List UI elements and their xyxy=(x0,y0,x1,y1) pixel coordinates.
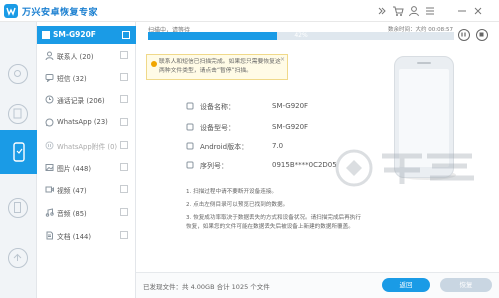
category-checkbox[interactable] xyxy=(120,73,128,81)
category-item[interactable]: 图片 (448) xyxy=(37,158,136,178)
category-checkbox[interactable] xyxy=(120,141,128,149)
backup-icon[interactable] xyxy=(8,248,28,268)
phone-recovery-icon[interactable] xyxy=(0,130,37,174)
device-info-value: 7.0 xyxy=(272,142,284,150)
scan-progress-text: 42% xyxy=(294,32,308,39)
phone-speaker xyxy=(417,62,431,64)
recover-button[interactable]: 恢复 xyxy=(440,278,492,292)
category-item[interactable]: WhatsApp (23) xyxy=(37,113,136,133)
device-info-value: SM-G920F xyxy=(272,102,309,110)
category-label: 联系人 (20) xyxy=(57,53,94,61)
watermark-logo xyxy=(335,149,474,187)
recover-device-icon[interactable] xyxy=(8,64,28,84)
category-label: 图片 (448) xyxy=(57,165,92,173)
category-checkbox[interactable] xyxy=(120,185,128,193)
device-info-key: 序列号： xyxy=(200,162,228,170)
category-panel: SM-G920F 联系人 (20) 短信 (32) 通话记录 (206) WhatsA… xyxy=(37,22,136,298)
close-icon[interactable] xyxy=(472,5,484,17)
device-info-key: 设备名称： xyxy=(200,103,235,111)
scan-progress-bar: 42% xyxy=(148,32,454,40)
device-model-icon xyxy=(186,123,194,131)
category-checkbox[interactable] xyxy=(120,95,128,103)
category-checkbox[interactable] xyxy=(120,51,128,59)
video-icon xyxy=(45,186,54,193)
android-version-icon xyxy=(186,142,194,150)
tips-list: 1. 扫描过程中请不要断开设备连接。 2. 点击左侧目录可以预览已找到的数据。 3.… xyxy=(186,188,366,236)
menu-icon[interactable] xyxy=(424,5,436,17)
footer-bar: 已发现文件：共 4.00GB 合计 1025 个文件 返回 恢复 xyxy=(136,272,499,298)
tooltip-close-icon[interactable]: × xyxy=(280,56,285,63)
cart-icon[interactable] xyxy=(392,5,404,17)
category-item[interactable]: 通话记录 (206) xyxy=(37,90,136,110)
main-panel: 扫描中，请等待 数余时间：大约 00:08:57 42% 联系人和短信已扫描完成… xyxy=(136,22,499,298)
device-info-row: 设备型号： SM-G920F xyxy=(186,121,386,135)
whatsapp-icon xyxy=(45,118,54,127)
category-label: 音频 (85) xyxy=(57,210,87,218)
device-name: SM-G920F xyxy=(53,30,96,39)
pause-button[interactable] xyxy=(458,29,470,41)
category-checkbox[interactable] xyxy=(120,118,128,126)
device-header-checkbox[interactable] xyxy=(122,31,130,39)
category-label: WhatsApp附件 (0) xyxy=(57,143,118,151)
tooltip-text: 联系人和短信已扫描完成。如果您只需要恢复这两种文件类型，请点击“暂停”扫描。 xyxy=(159,59,281,74)
chevron-icon[interactable] xyxy=(376,5,388,17)
message-icon xyxy=(45,74,54,82)
call-log-icon xyxy=(45,95,54,104)
category-item[interactable]: WhatsApp附件 (0) xyxy=(37,136,136,156)
tip-item: 3. 恢复成功率取决于数据丢失的方式和设备状况。请扫描完成后再执行恢复，如果您的… xyxy=(186,215,361,230)
device-info-value: SM-G920F xyxy=(272,123,309,131)
photo-icon xyxy=(45,164,54,171)
device-header[interactable]: SM-G920F xyxy=(37,26,136,44)
recover-sd-card-icon[interactable] xyxy=(8,104,28,124)
broken-phone-icon[interactable] xyxy=(8,198,28,218)
document-icon xyxy=(46,231,53,240)
category-checkbox[interactable] xyxy=(120,231,128,239)
category-item[interactable]: 文档 (144) xyxy=(37,226,136,246)
category-checkbox[interactable] xyxy=(120,163,128,171)
found-files-status: 已发现文件：共 4.00GB 合计 1025 个文件 xyxy=(143,283,270,291)
mode-rail xyxy=(0,22,37,298)
category-label: WhatsApp (23) xyxy=(57,118,108,126)
device-info-row: 设备名称： SM-G920F xyxy=(186,100,386,114)
category-label: 视频 (47) xyxy=(57,187,87,195)
scan-tooltip: 联系人和短信已扫描完成。如果您只需要恢复这两种文件类型，请点击“暂停”扫描。 × xyxy=(146,54,288,80)
category-label: 文档 (144) xyxy=(57,233,92,241)
minimize-icon[interactable] xyxy=(456,5,468,17)
title-bar: 万兴安卓恢复专家 xyxy=(0,0,499,22)
device-info-key: 设备型号： xyxy=(200,124,235,132)
user-icon[interactable] xyxy=(408,5,420,17)
tip-item: 2. 点击左侧目录可以预览已找到的数据。 xyxy=(186,202,289,208)
contacts-icon xyxy=(45,51,54,60)
device-name-icon xyxy=(186,102,194,110)
device-info-value: 0915B****0C2D05 xyxy=(272,161,337,169)
category-item[interactable]: 短信 (32) xyxy=(37,68,136,88)
audio-icon xyxy=(45,208,54,217)
app-title: 万兴安卓恢复专家 xyxy=(22,8,99,18)
category-item[interactable]: 音频 (85) xyxy=(37,203,136,223)
category-item[interactable]: 视频 (47) xyxy=(37,180,136,200)
serial-number-icon xyxy=(186,161,194,169)
app-logo-icon xyxy=(4,4,18,18)
back-button[interactable]: 返回 xyxy=(382,278,430,292)
info-icon xyxy=(151,61,157,67)
category-label: 通话记录 (206) xyxy=(57,97,105,105)
whatsapp-attachment-icon xyxy=(45,141,54,150)
category-label: 短信 (32) xyxy=(57,75,87,83)
stop-button[interactable] xyxy=(476,29,488,41)
category-item[interactable]: 联系人 (20) xyxy=(37,46,136,66)
device-select-all-checkbox[interactable] xyxy=(42,31,50,39)
category-checkbox[interactable] xyxy=(120,208,128,216)
device-info-key: Android版本： xyxy=(200,143,249,151)
